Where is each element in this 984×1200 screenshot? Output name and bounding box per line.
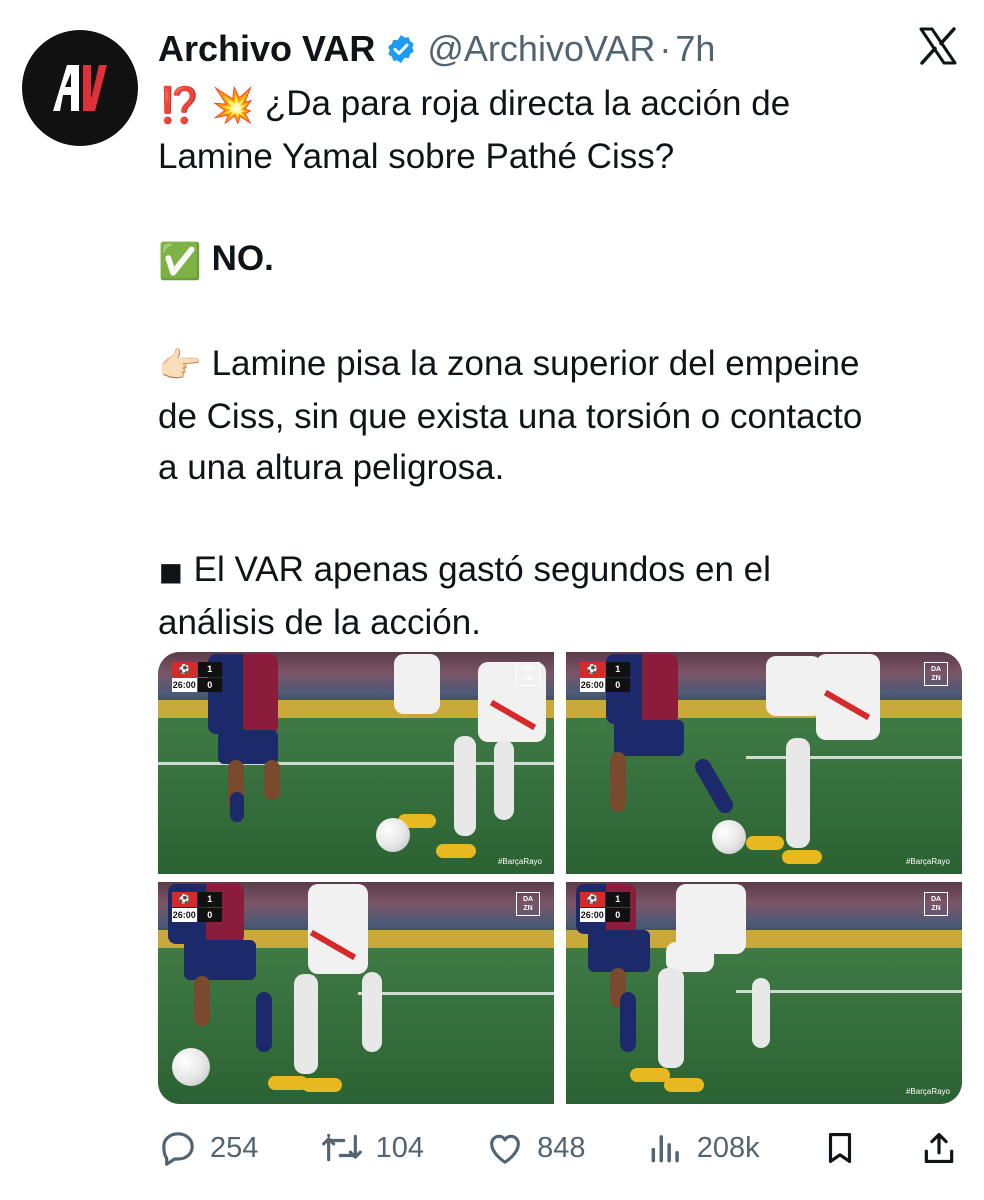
media-image-3[interactable]: ⚽ 1 26:00 0 DA ZN [158, 882, 554, 1104]
scoreboard: ⚽ 1 26:00 0 [580, 892, 630, 922]
bookmark-button[interactable] [821, 1128, 859, 1168]
point-line-3: a una altura peligrosa. [158, 447, 505, 487]
hashtag-watermark: #BarçaRayo [905, 857, 950, 866]
tweet-header: Archivo VAR @ArchivoVAR · 7h [158, 24, 715, 74]
scoreboard: ⚽ 1 26:00 0 [580, 662, 630, 692]
verified-badge-icon [385, 33, 417, 65]
reply-count: 254 [210, 1131, 259, 1164]
point-line-2: de Ciss, sin que exista una torsión o co… [158, 396, 863, 436]
question-line-1: ¿Da para roja directa la acción de [264, 84, 791, 123]
pointing-hand-emoji: 👉🏻 [158, 345, 202, 385]
tweet-line: ⁉️ 💥 ¿Da para roja directa la acción de [158, 78, 958, 131]
account-handle[interactable]: @ArchivoVAR [427, 28, 655, 70]
away-score: 0 [197, 907, 222, 922]
media-image-4[interactable]: ⚽ 1 26:00 0 DA ZN #BarçaRayo [566, 882, 962, 1104]
tweet-line: ✅ NO. [158, 233, 958, 286]
bookmark-icon [828, 1132, 851, 1164]
repost-button[interactable]: 104 [320, 1128, 424, 1168]
action-bar: 254 104 848 208k [158, 1118, 958, 1178]
home-score: 1 [605, 662, 630, 677]
question-line-2: Lamine Yamal sobre Pathé Ciss? [158, 137, 675, 177]
tweet-line: ◾ El VAR apenas gastó segundos en el [158, 544, 958, 597]
reply-button[interactable]: 254 [158, 1128, 258, 1168]
league-logo-icon: ⚽ [172, 662, 197, 677]
scoreboard: ⚽ 1 26:00 0 [172, 662, 222, 692]
hashtag-watermark: #BarçaRayo [497, 857, 542, 866]
like-button[interactable]: 848 [485, 1128, 586, 1168]
answer-text: NO. [211, 239, 274, 279]
separator-dot: · [659, 28, 672, 69]
dazn-logo-icon: DA ZN [924, 662, 948, 686]
league-logo-icon: ⚽ [172, 892, 197, 907]
match-clock: 26:00 [172, 907, 197, 922]
timestamp[interactable]: 7h [675, 28, 715, 70]
media-grid: ⚽ 1 26:00 0 DAZN #BarçaRayo ⚽ 1 26:00 0 [158, 652, 962, 1104]
reply-icon [162, 1132, 194, 1166]
like-count: 848 [537, 1131, 586, 1164]
views-button[interactable]: 208k [647, 1128, 760, 1168]
dazn-logo-icon: DA ZN [516, 662, 540, 686]
hashtag-watermark: #BarçaRayo [905, 1087, 950, 1096]
away-score: 0 [605, 677, 630, 692]
away-score: 0 [197, 677, 222, 692]
black-square-emoji: ◾ [158, 552, 184, 591]
media-image-1[interactable]: ⚽ 1 26:00 0 DA ZN #BarçaRayo [158, 652, 554, 874]
check-mark-emoji: ✅ [158, 241, 202, 281]
like-icon [490, 1134, 521, 1164]
point-line-1: Lamine pisa la zona superior del empeine [211, 343, 860, 383]
views-count: 208k [696, 1131, 760, 1164]
match-clock: 26:00 [580, 907, 605, 922]
dazn-logo-icon: DA ZN [516, 892, 540, 916]
var-line-2: análisis de la acción. [158, 603, 481, 642]
account-name[interactable]: Archivo VAR [158, 28, 375, 70]
scoreboard: ⚽ 1 26:00 0 [172, 892, 222, 922]
home-score: 1 [197, 662, 222, 677]
views-icon [651, 1135, 679, 1163]
interrobang-explosion-emoji: ⁉️ 💥 [158, 86, 255, 126]
avatar[interactable] [22, 30, 138, 146]
dazn-logo-icon: DA ZN [924, 892, 948, 916]
away-score: 0 [605, 907, 630, 922]
tweet-text: ⁉️ 💥 ¿Da para roja directa la acción de L… [158, 78, 958, 648]
repost-icon [321, 1133, 362, 1162]
archivo-var-logo-icon [53, 65, 107, 111]
league-logo-icon: ⚽ [580, 662, 605, 677]
home-score: 1 [197, 892, 222, 907]
media-image-2[interactable]: ⚽ 1 26:00 0 DA ZN #BarçaRayo [566, 652, 962, 874]
match-clock: 26:00 [580, 677, 605, 692]
share-icon [924, 1132, 954, 1164]
tweet-line: 👉🏻 Lamine pisa la zona superior del empei… [158, 338, 958, 391]
league-logo-icon: ⚽ [580, 892, 605, 907]
match-clock: 26:00 [172, 677, 197, 692]
share-button[interactable] [920, 1128, 958, 1168]
var-line-1: El VAR apenas gastó segundos en el [193, 549, 771, 589]
home-score: 1 [605, 892, 630, 907]
repost-count: 104 [375, 1131, 424, 1164]
x-logo-icon[interactable] [918, 26, 958, 66]
